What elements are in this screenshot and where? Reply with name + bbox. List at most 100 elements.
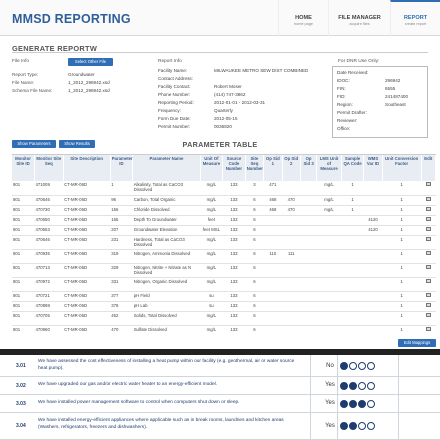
show-parameters-button[interactable]: Show Parameters: [12, 140, 56, 148]
table-cell: 801: [12, 181, 35, 196]
level-dot[interactable]: [358, 400, 366, 408]
level-dot[interactable]: [340, 362, 348, 370]
edit-icon[interactable]: [425, 292, 431, 297]
table-cell: [300, 291, 317, 302]
level-indicator: [340, 400, 375, 408]
checklist-number: 3.03: [16, 401, 26, 407]
edit-mappings-button[interactable]: Edit Mappings: [398, 339, 436, 347]
nav-file-manager[interactable]: FILE MANAGER acquire files: [328, 0, 390, 36]
edit-icon[interactable]: [425, 182, 431, 186]
level-dot[interactable]: [358, 382, 366, 390]
table-cell: 4120: [363, 215, 383, 226]
edit-icon[interactable]: [425, 250, 431, 255]
edit-row-cell[interactable]: [421, 311, 436, 326]
column-header: Monitor Site Seq: [34, 155, 64, 181]
edit-row-cell[interactable]: [421, 195, 436, 206]
level-dot[interactable]: [367, 422, 375, 430]
level-dot[interactable]: [358, 362, 366, 370]
table-cell: [282, 263, 301, 278]
column-header: Op Sid 2: [282, 155, 301, 181]
table-row: 801 470713 CT-MR-06D 329 Nitrogen, Nitrite +…: [12, 263, 436, 278]
edit-row-cell[interactable]: [421, 181, 436, 196]
edit-icon[interactable]: [425, 196, 431, 201]
table-cell: [316, 325, 342, 334]
table-cell: 801: [12, 277, 35, 292]
nav-report[interactable]: REPORT create report: [390, 0, 440, 36]
level-dot[interactable]: [349, 400, 357, 408]
level-dot[interactable]: [349, 382, 357, 390]
edit-row-cell[interactable]: [421, 225, 436, 236]
edit-row-cell[interactable]: [421, 291, 436, 302]
nav-home-sub: home page: [294, 22, 313, 26]
table-cell: 1: [382, 311, 422, 326]
level-dot[interactable]: [340, 400, 348, 408]
edit-row-cell[interactable]: [421, 215, 436, 226]
table-cell: 6: [245, 225, 264, 236]
level-dot[interactable]: [349, 422, 357, 430]
edit-row-cell[interactable]: [421, 205, 436, 216]
report-info-value: Quarterly: [214, 108, 233, 113]
table-cell: mg/L: [200, 181, 223, 196]
level-dot[interactable]: [358, 422, 366, 430]
show-results-button[interactable]: Show Results: [59, 140, 95, 148]
edit-icon[interactable]: [425, 326, 431, 331]
level-dot[interactable]: [340, 422, 348, 430]
table-cell: [300, 301, 317, 312]
edit-icon[interactable]: [425, 206, 431, 211]
table-row: 801 470646 CT-MR-06D 96 Carbon, Total Organi…: [12, 195, 436, 206]
level-dot[interactable]: [367, 400, 375, 408]
table-cell: [363, 181, 383, 196]
table-cell: 6: [245, 301, 264, 312]
table-cell: mg/L: [316, 205, 342, 216]
table-cell: [341, 225, 364, 236]
level-dot[interactable]: [340, 382, 348, 390]
file-info-value: 1_2012_296942.xsd: [68, 80, 110, 85]
table-cell: [316, 263, 342, 278]
checklist-row: 3.04 We have installed energy-efficient …: [0, 413, 440, 440]
table-cell: [341, 235, 364, 250]
table-cell: su: [200, 301, 223, 312]
edit-row-cell[interactable]: [421, 325, 436, 334]
table-cell: 1: [382, 235, 422, 250]
column-divider: [398, 395, 399, 413]
table-cell: [363, 301, 383, 312]
edit-row-cell[interactable]: [421, 235, 436, 250]
nav-home[interactable]: HOME home page: [278, 0, 328, 36]
level-dot[interactable]: [367, 362, 375, 370]
table-cell: 133: [222, 311, 246, 326]
edit-icon[interactable]: [425, 264, 431, 269]
table-cell: [341, 215, 364, 226]
edit-icon[interactable]: [425, 236, 431, 241]
level-dot[interactable]: [367, 382, 375, 390]
nav-home-label: HOME: [295, 15, 312, 21]
edit-icon[interactable]: [425, 302, 431, 307]
edit-row-cell[interactable]: [421, 249, 436, 264]
table-cell: 165: [110, 215, 133, 226]
table-cell: [316, 225, 342, 236]
edit-icon[interactable]: [425, 312, 431, 317]
table-row: 801 471009 CT-MR-06D 1 Alkalinity, Total as …: [12, 181, 436, 196]
edit-row-cell[interactable]: [421, 301, 436, 312]
edit-icon[interactable]: [425, 226, 431, 231]
level-dot[interactable]: [349, 362, 357, 370]
table-cell: [363, 311, 383, 326]
table-cell: [316, 291, 342, 302]
report-info-key: Facility Contact:: [158, 84, 191, 89]
select-other-file-button[interactable]: Select Other File: [68, 58, 113, 66]
table-cell: 801: [12, 195, 35, 206]
table-cell: 378: [110, 301, 133, 312]
table-cell: Nitrogen, Ammonia Dissolved: [132, 249, 201, 264]
checklist-text: We have installed energy-efficient appli…: [38, 418, 284, 430]
table-cell: mg/L: [200, 235, 223, 250]
table-cell: 133: [222, 235, 246, 250]
edit-icon[interactable]: [425, 216, 431, 221]
table-cell: CT-MR-06D: [63, 291, 111, 302]
edit-row-cell[interactable]: [421, 277, 436, 292]
table-cell: 1: [341, 181, 364, 196]
table-cell: [263, 235, 282, 250]
table-cell: [363, 249, 383, 264]
edit-icon[interactable]: [425, 278, 431, 283]
file-info-heading: File Info: [12, 59, 30, 64]
column-header: Parameter Name: [132, 155, 201, 181]
edit-row-cell[interactable]: [421, 263, 436, 278]
